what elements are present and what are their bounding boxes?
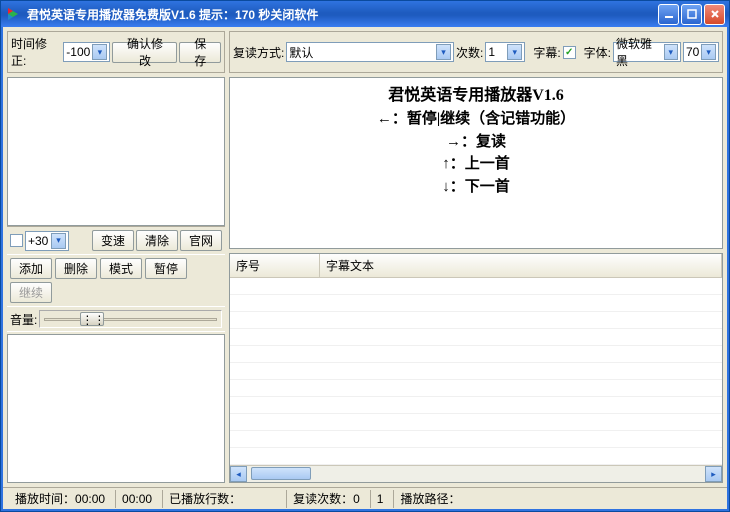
times-combo[interactable]: 1▾: [485, 42, 525, 62]
subtitle-checkbox[interactable]: ✓: [563, 46, 576, 59]
titlebar[interactable]: 君悦英语专用播放器免费版V1.6 提示：170 秒关闭软件: [1, 1, 729, 27]
instruction-line: ↑：上一首: [230, 153, 722, 176]
font-size-value: 70: [686, 45, 699, 59]
window-buttons: [658, 4, 725, 25]
status-play-time: 播放时间：00:00: [9, 490, 111, 508]
status-total-time: 00:00: [115, 490, 158, 508]
replay-mode-value: 默认: [289, 44, 313, 61]
chevron-down-icon: ▾: [664, 44, 678, 60]
close-button[interactable]: [704, 4, 725, 25]
minimize-button[interactable]: [658, 4, 679, 25]
lower-list[interactable]: [7, 334, 225, 483]
upper-list[interactable]: [7, 77, 225, 226]
main-section: +30▾ 变速 清除 官网 添加 删除 模式 暂停 继续 音量:: [3, 77, 727, 487]
instructions-pane: 君悦英语专用播放器V1.6 ←：暂停|继续（含记错功能） →：复读 ↑：上一首 …: [229, 77, 723, 249]
chevron-down-icon: ▾: [436, 44, 451, 60]
instruction-line: ←：暂停|继续（含记错功能）: [230, 108, 722, 131]
replay-mode-label: 复读方式:: [233, 44, 284, 61]
speed-row: +30▾ 变速 清除 官网: [7, 226, 225, 255]
speed-checkbox[interactable]: [10, 234, 23, 247]
clear-button[interactable]: 清除: [136, 230, 178, 251]
action-row: 添加 删除 模式 暂停 继续: [7, 255, 225, 306]
font-size-combo[interactable]: 70▾: [683, 42, 719, 62]
site-button[interactable]: 官网: [180, 230, 222, 251]
volume-row: 音量: ⋮⋮: [7, 306, 225, 332]
mode-button[interactable]: 模式: [100, 258, 142, 279]
right-column: 君悦英语专用播放器V1.6 ←：暂停|继续（含记错功能） →：复读 ↑：上一首 …: [229, 77, 723, 483]
continue-button[interactable]: 继续: [10, 282, 52, 303]
status-path: 播放路径：: [393, 490, 721, 508]
speed-button[interactable]: 变速: [92, 230, 134, 251]
font-label: 字体:: [584, 44, 611, 61]
maximize-button[interactable]: [681, 4, 702, 25]
time-correct-value: -100: [66, 45, 90, 59]
confirm-button[interactable]: 确认修改: [112, 42, 177, 63]
top-toolbar: 时间修正: -100▾ 确认修改 保存 复读方式: 默认▾ 次数: 1▾ 字幕:…: [3, 27, 727, 77]
status-bar: 播放时间：00:00 00:00 已播放行数： 复读次数：0 1 播放路径：: [3, 487, 727, 509]
col-index[interactable]: 序号: [230, 254, 320, 277]
delete-button[interactable]: 删除: [55, 258, 97, 279]
speed-combo[interactable]: +30▾: [25, 231, 69, 251]
scroll-right-icon[interactable]: ▸: [705, 466, 722, 482]
volume-thumb[interactable]: ⋮⋮: [80, 312, 104, 326]
font-combo[interactable]: 微软雅黑▾: [613, 42, 681, 62]
chevron-down-icon: ▾: [507, 44, 522, 60]
table-body[interactable]: [230, 278, 722, 465]
content-area: 时间修正: -100▾ 确认修改 保存 复读方式: 默认▾ 次数: 1▾ 字幕:…: [1, 27, 729, 511]
instructions-title: 君悦英语专用播放器V1.6: [230, 84, 722, 108]
chevron-down-icon: ▾: [92, 44, 107, 60]
time-correction-panel: 时间修正: -100▾ 确认修改 保存: [7, 31, 225, 73]
times-value: 1: [488, 45, 495, 59]
replay-mode-combo[interactable]: 默认 ▾: [286, 42, 454, 62]
font-value: 微软雅黑: [616, 35, 662, 69]
horizontal-scrollbar[interactable]: ◂ ▸: [230, 465, 722, 482]
scroll-thumb[interactable]: [251, 467, 311, 480]
playback-options-panel: 复读方式: 默认▾ 次数: 1▾ 字幕: ✓ 字体: 微软雅黑▾ 70▾: [229, 31, 723, 73]
add-button[interactable]: 添加: [10, 258, 52, 279]
volume-slider[interactable]: ⋮⋮: [39, 310, 222, 328]
speed-value: +30: [28, 234, 48, 248]
subtitle-table: 序号 字幕文本 ◂ ▸: [229, 253, 723, 483]
status-replay-count: 复读次数：0: [286, 490, 366, 508]
scroll-left-icon[interactable]: ◂: [230, 466, 247, 482]
pause-button[interactable]: 暂停: [145, 258, 187, 279]
col-subtitle[interactable]: 字幕文本: [320, 254, 722, 277]
left-column: +30▾ 变速 清除 官网 添加 删除 模式 暂停 继续 音量:: [7, 77, 225, 483]
subtitle-label: 字幕:: [533, 44, 560, 61]
instruction-line: ↓：下一首: [230, 176, 722, 199]
instruction-line: →：复读: [230, 131, 722, 154]
times-label: 次数:: [456, 44, 483, 61]
status-replay-total: 1: [370, 490, 390, 508]
volume-label: 音量:: [10, 311, 37, 328]
app-window: 君悦英语专用播放器免费版V1.6 提示：170 秒关闭软件 时间修正: -100…: [0, 0, 730, 512]
app-icon: [5, 6, 21, 22]
status-played-lines: 已播放行数：: [162, 490, 282, 508]
window-title: 君悦英语专用播放器免费版V1.6 提示：170 秒关闭软件: [27, 6, 658, 23]
time-correct-combo[interactable]: -100▾: [63, 42, 110, 62]
time-correct-label: 时间修正:: [11, 35, 61, 69]
chevron-down-icon: ▾: [51, 233, 66, 249]
chevron-down-icon: ▾: [701, 44, 716, 60]
save-button[interactable]: 保存: [179, 42, 221, 63]
table-header: 序号 字幕文本: [230, 254, 722, 278]
